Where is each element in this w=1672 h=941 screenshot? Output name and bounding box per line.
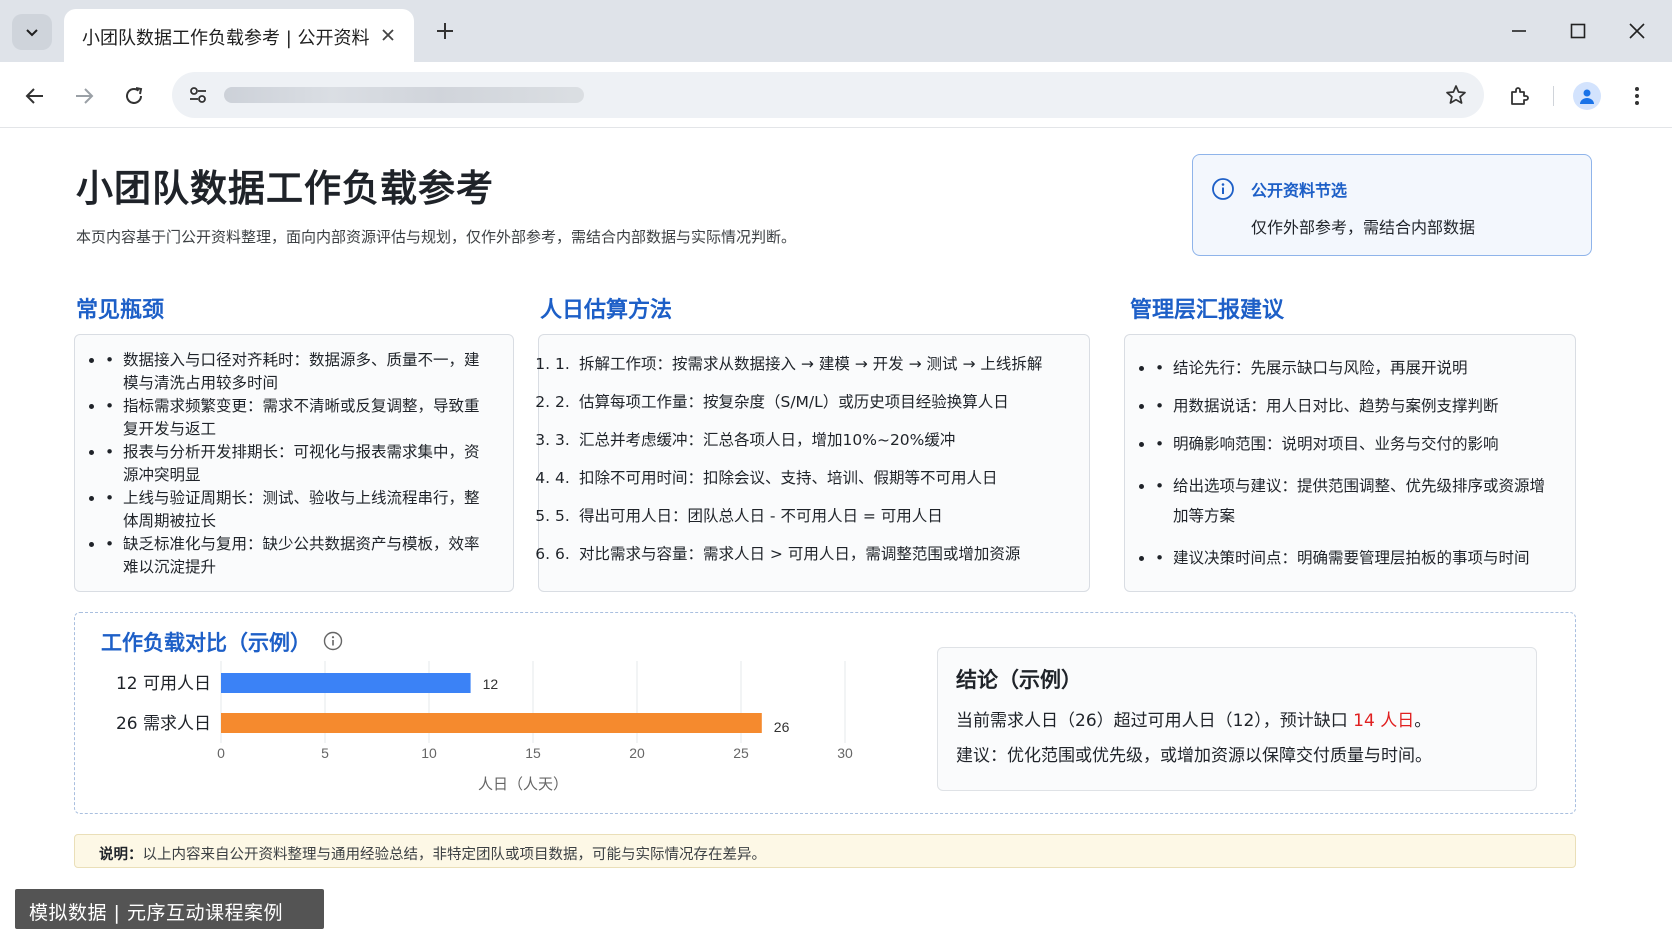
bookmark-button[interactable] bbox=[1442, 81, 1470, 109]
star-icon bbox=[1446, 85, 1466, 104]
bar bbox=[221, 713, 762, 733]
tab-title: 小团队数据工作负载参考 | 公开资料 bbox=[82, 28, 370, 49]
chevron-down-icon bbox=[26, 29, 38, 37]
maximize-icon bbox=[1570, 23, 1586, 39]
tab-search-button[interactable] bbox=[12, 14, 52, 50]
list-item: 2.估算每项工作量：按复杂度（S/M/L）或历史项目经验换算人日 bbox=[555, 391, 1075, 414]
minimize-icon bbox=[1512, 30, 1526, 32]
profile-button[interactable] bbox=[1569, 78, 1605, 114]
list-item: 5.得出可用人日：团队总人日 - 不可用人日 = 可用人日 bbox=[555, 505, 1075, 528]
reload-icon bbox=[126, 87, 143, 104]
section-title-estimation: 人日估算方法 bbox=[540, 298, 673, 323]
new-tab-button[interactable] bbox=[430, 16, 460, 46]
avatar bbox=[1573, 82, 1601, 110]
category-label: 26 需求人日 bbox=[116, 714, 211, 734]
workload-chart-panel: 0 5 10 15 20 25 30 12 可用人日 12 26 需求人日 26 人日（人天） 工作负… bbox=[74, 612, 1576, 814]
x-tick-label: 0 bbox=[217, 745, 225, 761]
reload-button[interactable] bbox=[116, 78, 152, 114]
x-tick-label: 25 bbox=[733, 745, 749, 761]
list-item: 6.对比需求与容量：需求人日 > 可用人日，需调整范围或增加资源 bbox=[555, 543, 1075, 566]
section-title-reporting: 管理层汇报建议 bbox=[1130, 298, 1285, 323]
x-axis-label: 人日（人天） bbox=[478, 775, 568, 793]
conclusion-title: 结论（示例） bbox=[956, 668, 1082, 692]
list-item: •缺乏标准化与复用：缺少公共数据资产与模板，效率难以沉淀提升 bbox=[105, 533, 493, 579]
browser-toolbar bbox=[0, 62, 1672, 128]
list-item: •上线与验证周期长：测试、验收与上线流程串行，整体周期被拉长 bbox=[105, 487, 493, 533]
x-tick-label: 15 bbox=[525, 745, 541, 761]
close-icon bbox=[382, 29, 394, 41]
chart-title: 工作负载对比（示例） bbox=[101, 631, 311, 655]
conclusion-box: 结论（示例） 当前需求人日（26）超过可用人日（12），预计缺口 14 人日。 … bbox=[937, 647, 1537, 791]
list-item: •结论先行：先展示缺口与风险，再展开说明 bbox=[1155, 357, 1555, 380]
minimize-button[interactable] bbox=[1504, 16, 1534, 46]
close-tab-button[interactable] bbox=[378, 25, 398, 45]
list-item: •建议决策时间点：明确需要管理层拍板的事项与时间 bbox=[1155, 547, 1555, 570]
arrow-right-icon bbox=[76, 88, 94, 104]
address-bar[interactable] bbox=[172, 72, 1484, 118]
info-callout: 公开资料节选 仅作外部参考，需结合内部数据 bbox=[1192, 154, 1592, 256]
list-item: 3.汇总并考虑缓冲：汇总各项人日，增加10%~20%缓冲 bbox=[555, 429, 1075, 452]
watermark: 模拟数据 | 元序互动课程案例 bbox=[15, 889, 324, 929]
bar bbox=[221, 673, 471, 693]
x-tick-label: 20 bbox=[629, 745, 645, 761]
note-label: 说明： bbox=[99, 847, 143, 863]
url-text-blurred bbox=[224, 87, 584, 103]
list-item: •用数据说话：用人日对比、趋势与案例支撑判断 bbox=[1155, 395, 1555, 418]
list-item: •给出选项与建议：提供范围调整、优先级排序或资源增加等方案 bbox=[1155, 471, 1555, 531]
data-label: 26 bbox=[774, 719, 790, 735]
list-item: •数据接入与口径对齐耗时：数据源多、质量不一，建模与清洗占用较多时间 bbox=[105, 349, 493, 395]
active-tab[interactable]: 小团队数据工作负载参考 | 公开资料 bbox=[64, 9, 414, 62]
page-title: 小团队数据工作负载参考 bbox=[76, 167, 494, 210]
back-button[interactable] bbox=[17, 78, 53, 114]
list-item: 4.扣除不可用时间：扣除会议、支持、培训、假期等不可用人日 bbox=[555, 467, 1075, 490]
close-window-button[interactable] bbox=[1622, 16, 1652, 46]
x-tick-label: 30 bbox=[837, 745, 853, 761]
page-content: 小团队数据工作负载参考 本页内容基于门公开资料整理，面向内部资源评估与规划，仅作… bbox=[0, 128, 1672, 941]
bottlenecks-card: •数据接入与口径对齐耗时：数据源多、质量不一，建模与清洗占用较多时间 •指标需求… bbox=[74, 334, 514, 592]
conclusion-line-gap: 当前需求人日（26）超过可用人日（12），预计缺口 14 人日。 bbox=[956, 711, 1432, 731]
person-icon bbox=[1580, 89, 1594, 104]
info-callout-heading: 公开资料节选 bbox=[1251, 181, 1348, 200]
browser-menu-button[interactable] bbox=[1619, 78, 1655, 114]
section-title-bottlenecks: 常见瓶颈 bbox=[76, 298, 165, 323]
list-item: •指标需求频繁变更：需求不清晰或反复调整，导致重复开发与返工 bbox=[105, 395, 493, 441]
tune-icon bbox=[190, 87, 206, 103]
estimation-card: 1.拆解工作项：按需求从数据接入 → 建模 → 开发 → 测试 → 上线拆解 2… bbox=[538, 334, 1090, 592]
plus-icon bbox=[437, 23, 453, 39]
toolbar-divider bbox=[1553, 86, 1554, 106]
data-label: 12 bbox=[483, 676, 499, 692]
gap-highlight: 14 人日 bbox=[1353, 711, 1415, 731]
tab-strip: 小团队数据工作负载参考 | 公开资料 bbox=[0, 0, 1672, 62]
list-item: •报表与分析开发排期长：可视化与报表需求集中，资源冲突明显 bbox=[105, 441, 493, 487]
close-icon bbox=[1629, 23, 1645, 39]
site-info-button[interactable] bbox=[182, 79, 214, 111]
info-callout-text: 仅作外部参考，需结合内部数据 bbox=[1251, 218, 1476, 237]
extensions-button[interactable] bbox=[1502, 78, 1538, 114]
maximize-button[interactable] bbox=[1563, 16, 1593, 46]
arrow-left-icon bbox=[25, 88, 43, 104]
puzzle-icon bbox=[1511, 87, 1529, 105]
x-tick-label: 10 bbox=[421, 745, 437, 761]
info-icon[interactable] bbox=[323, 631, 343, 651]
category-label: 12 可用人日 bbox=[116, 674, 211, 694]
reporting-card: •结论先行：先展示缺口与风险，再展开说明 •用数据说话：用人日对比、趋势与案例支… bbox=[1124, 334, 1576, 592]
list-item: •明确影响范围：说明对项目、业务与交付的影响 bbox=[1155, 433, 1555, 456]
page-subtitle: 本页内容基于门公开资料整理，面向内部资源评估与规划，仅作外部参考，需结合内部数据… bbox=[76, 228, 797, 246]
list-item: 1.拆解工作项：按需求从数据接入 → 建模 → 开发 → 测试 → 上线拆解 bbox=[555, 353, 1075, 376]
conclusion-line-suggestion: 建议：优化范围或优先级，或增加资源以保障交付质量与时间。 bbox=[956, 746, 1432, 766]
forward-button[interactable] bbox=[66, 78, 102, 114]
note-text: 以上内容来自公开资料整理与通用经验总结，非特定团队或项目数据，可能与实际情况存在… bbox=[142, 847, 767, 863]
info-icon bbox=[1212, 178, 1234, 200]
disclaimer-note: 说明：以上内容来自公开资料整理与通用经验总结，非特定团队或项目数据，可能与实际情… bbox=[74, 834, 1576, 868]
x-tick-label: 5 bbox=[321, 745, 329, 761]
more-vertical-icon bbox=[1635, 87, 1639, 105]
